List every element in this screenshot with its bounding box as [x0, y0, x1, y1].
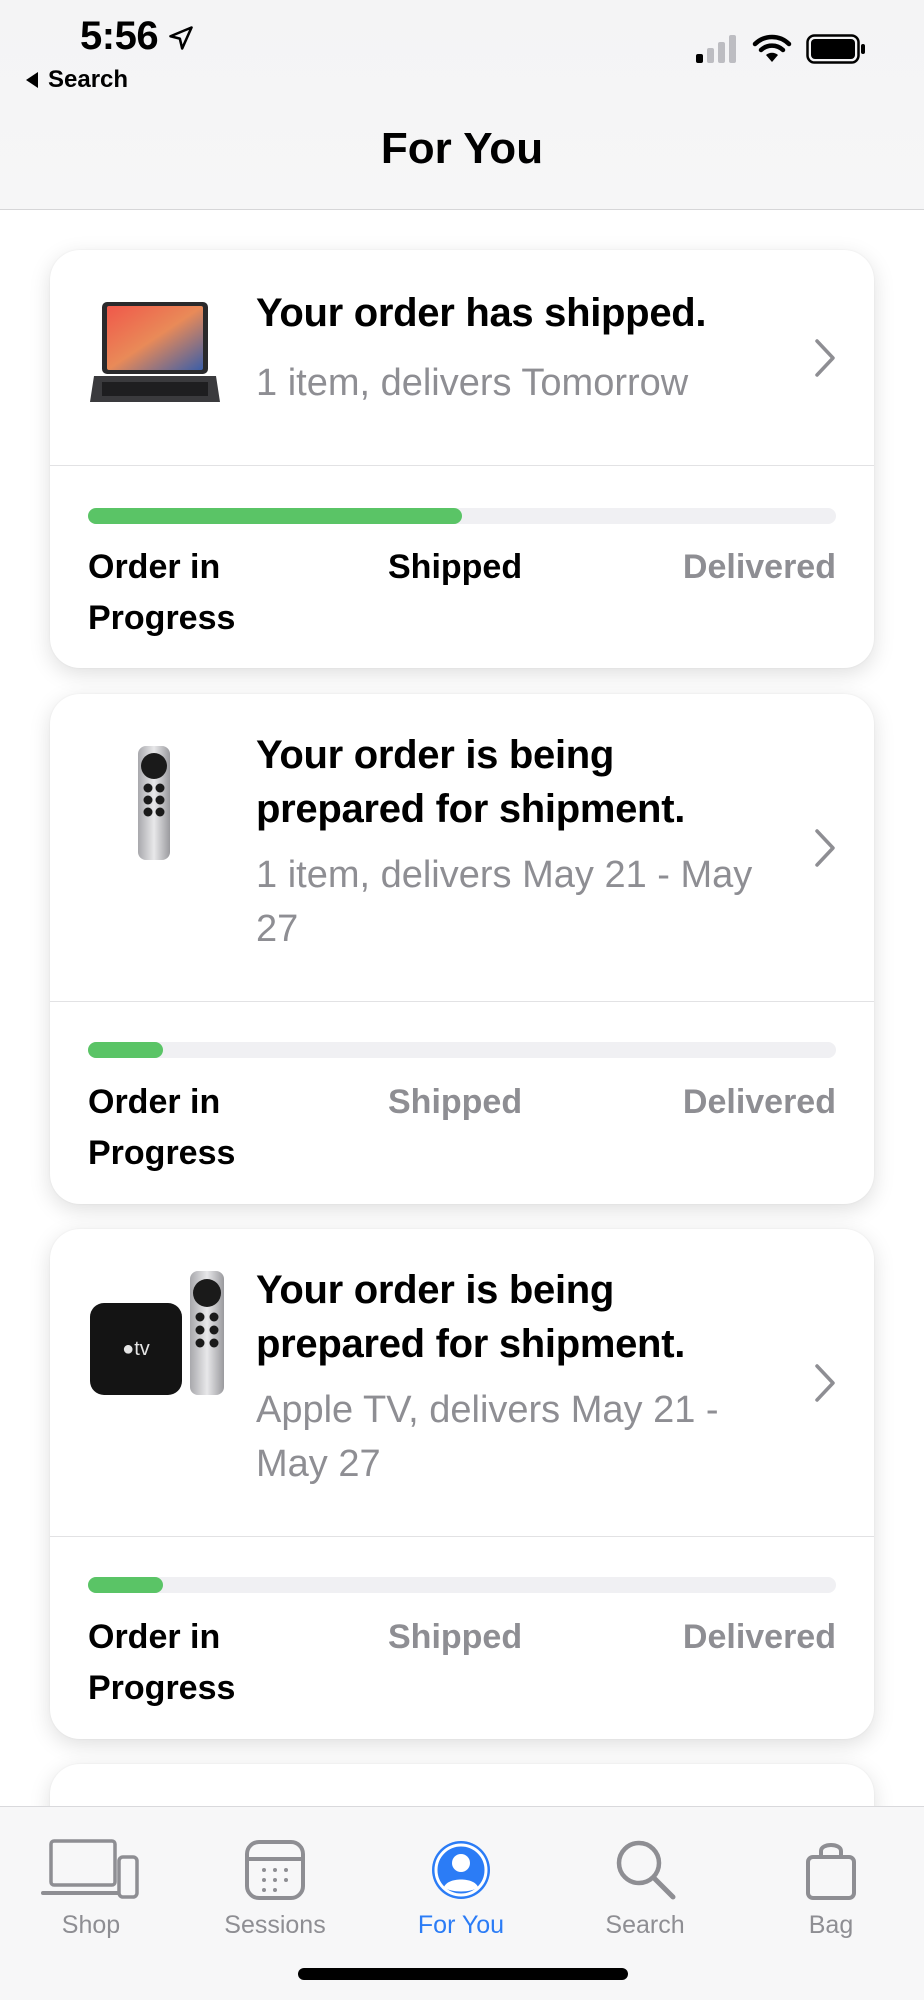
top-bar: 5:56 Search For You [0, 0, 924, 210]
orders-feed[interactable]: Your order has shipped. 1 item, delivers… [0, 211, 924, 1807]
tab-bag[interactable]: Bag [756, 1821, 906, 1940]
chevron-right-icon [815, 1364, 835, 1402]
tab-label: Sessions [224, 1911, 326, 1939]
order-subtitle: 1 item, delivers Tomorrow [256, 362, 689, 404]
order-title: Your order is being prepared for shipmen… [256, 733, 686, 831]
order-summary[interactable]: Your order is being prepared for shipmen… [50, 694, 874, 1002]
svg-text:●tv: ●tv [122, 1338, 150, 1360]
tab-for-you[interactable]: For You [386, 1821, 536, 1940]
order-card[interactable]: Your order has shipped. 1 item, delivers… [50, 250, 874, 668]
battery-icon [806, 34, 865, 64]
ipad-keyboard-image [90, 302, 220, 402]
order-text: Your order is being prepared for shipmen… [256, 728, 784, 956]
step-order-in-progress: Order in Progress [88, 1618, 236, 1707]
order-progress-bar [88, 1577, 836, 1593]
step-delivered: Delivered [682, 548, 836, 586]
bag-icon [806, 1843, 856, 1900]
tab-label: Bag [808, 1911, 854, 1939]
order-text: Your order has shipped. 1 item, delivers… [256, 286, 784, 410]
order-title: Your order has shipped. [256, 291, 707, 335]
status-icons [696, 34, 866, 64]
order-progress-fill [88, 1042, 163, 1058]
status-time: 5:56 [80, 14, 159, 58]
cellular-signal-icon [696, 35, 736, 63]
order-text: Your order is being prepared for shipmen… [256, 1263, 784, 1491]
order-progress-bar [88, 508, 836, 524]
order-card[interactable]: ●tv Your order is being prepared for shi… [50, 1229, 874, 1739]
step-shipped: Shipped [388, 1083, 523, 1121]
step-shipped: Shipped [388, 548, 523, 586]
chevron-right-icon [815, 339, 835, 377]
step-delivered: Delivered [682, 1083, 836, 1121]
chevron-right-icon [815, 829, 835, 867]
order-card-partial[interactable] [50, 1764, 874, 1807]
search-icon [616, 1840, 676, 1900]
step-order-in-progress: Order in Progress [88, 548, 236, 637]
order-title: Your order is being prepared for shipmen… [256, 1268, 686, 1366]
calendar-icon [245, 1840, 305, 1900]
wifi-icon [752, 34, 792, 62]
step-shipped: Shipped [388, 1618, 523, 1656]
back-triangle-icon [26, 72, 38, 88]
tab-search[interactable]: Search [570, 1821, 720, 1940]
siri-remote-image [138, 746, 170, 860]
back-link-label: Search [48, 66, 129, 93]
order-summary[interactable]: ●tv Your order is being prepared for shi… [50, 1229, 874, 1537]
tab-label: Search [605, 1911, 685, 1939]
location-arrow-icon [169, 26, 193, 50]
tab-label: Shop [61, 1911, 121, 1939]
order-subtitle: Apple TV, delivers May 21 - May 27 [256, 1389, 719, 1485]
devices-icon [41, 1839, 139, 1899]
step-delivered: Delivered [682, 1618, 836, 1656]
order-summary[interactable]: Your order has shipped. 1 item, delivers… [50, 250, 874, 466]
order-card[interactable]: Your order is being prepared for shipmen… [50, 694, 874, 1204]
screen: 5:56 Search For You Your order has shipp… [0, 0, 924, 2000]
order-progress-fill [88, 1577, 163, 1593]
order-progress-bar [88, 1042, 836, 1058]
tab-shop[interactable]: Shop [16, 1821, 166, 1940]
step-order-in-progress: Order in Progress [88, 1083, 236, 1172]
page-title: For You [380, 124, 544, 173]
order-progress-fill [88, 508, 462, 524]
apple-tv-image: ●tv [90, 1271, 224, 1395]
tab-sessions[interactable]: Sessions [200, 1821, 350, 1940]
back-to-search-link[interactable]: Search [26, 66, 128, 94]
home-indicator [298, 1968, 628, 1980]
order-subtitle: 1 item, delivers May 21 - May 27 [256, 854, 753, 950]
tab-label: For You [417, 1911, 505, 1939]
person-icon [432, 1841, 490, 1899]
